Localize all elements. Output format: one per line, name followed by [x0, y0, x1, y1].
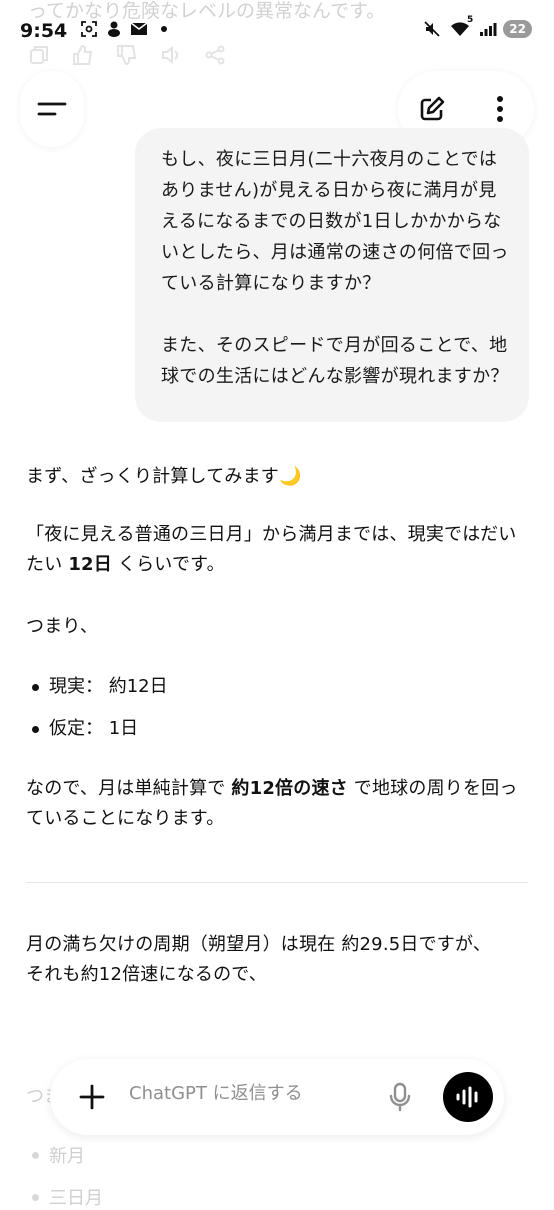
screenshot-icon: [80, 20, 98, 38]
voice-mode-icon: [456, 1086, 478, 1108]
dot-icon: [155, 20, 173, 38]
assistant-paragraph: 月の満ち欠けの周期（朔望月）は現在 約29.5日ですが、 それも約12倍速になる…: [26, 930, 526, 990]
share-icon: [205, 45, 225, 65]
add-attachment-button[interactable]: [70, 1075, 114, 1119]
thumbs-down-icon: [117, 45, 137, 66]
scrolled-ghost-actions: [28, 44, 226, 66]
edit-icon: [420, 96, 445, 121]
dictate-button[interactable]: [378, 1075, 422, 1119]
status-right-icons: 5 22: [423, 15, 532, 38]
user-message-paragraph: もし、夜に三日月(二十六夜月のことではありません)が見える日から夜に満月が見える…: [161, 149, 509, 294]
more-vertical-icon: [497, 96, 503, 122]
menu-icon: [37, 102, 67, 116]
assistant-text: つまり、: [26, 616, 99, 637]
assistant-text: なので、月は単純計算で 約12倍の速さ で地球の周りを回っていることになります。: [26, 774, 526, 834]
voice-mode-button[interactable]: [443, 1072, 493, 1122]
more-options-button[interactable]: [478, 87, 522, 131]
list-item-text: 仮定： 1日: [49, 718, 139, 739]
new-chat-button[interactable]: [410, 87, 454, 131]
text-span: なので、月は単純計算で: [26, 778, 232, 799]
assistant-text: それも約12倍速になるので、: [26, 964, 267, 985]
message-composer: [50, 1059, 504, 1135]
copy-icon: [30, 46, 48, 64]
list-item: 現実： 約12日: [32, 672, 168, 702]
status-time: 9:54: [20, 20, 68, 42]
mute-icon: [423, 20, 441, 38]
bullet-dot: [32, 1193, 39, 1201]
bold-text: 約12倍の速さ: [231, 778, 348, 799]
assistant-text: 月の満ち欠けの周期（朔望月）は現在 約29.5日ですが、: [26, 934, 492, 955]
bold-text: 12日: [68, 554, 112, 575]
wifi-icon: 5: [447, 15, 473, 38]
assistant-text: 「夜に見える普通の三日月」から満月までは、現実ではだいたい 12日 くらいです。: [26, 520, 526, 580]
assistant-paragraph: なので、月は単純計算で 約12倍の速さ で地球の周りを回っていることになります。: [26, 774, 526, 834]
microphone-icon: [389, 1082, 411, 1112]
wifi-badge: 5: [467, 15, 474, 25]
assistant-paragraph: 「夜に見える普通の三日月」から満月までは、現実ではだいたい 12日 くらいです。: [26, 520, 526, 580]
list-item-text: 新月: [49, 1146, 85, 1167]
status-bar: ってかなり危険なレベルの異常なんです。 9:54 5 22: [0, 0, 554, 66]
faded-list-item: 新月: [32, 1142, 85, 1168]
list-item-text: 三日月: [49, 1188, 103, 1209]
section-divider: [26, 882, 528, 883]
mail-icon: [130, 20, 148, 38]
user-message-bubble[interactable]: もし、夜に三日月(二十六夜月のことではありません)が見える日から夜に満月が見える…: [135, 128, 529, 422]
faded-list-item: 三日月: [32, 1184, 103, 1210]
bullet-dot: [32, 726, 39, 733]
signal-icon: [479, 20, 497, 38]
speaker-icon: [162, 45, 178, 65]
app-icon: [105, 20, 123, 38]
plus-icon: [79, 1084, 105, 1110]
menu-button[interactable]: [20, 71, 84, 147]
bullet-dot: [32, 1151, 39, 1159]
thumbs-up-icon: [73, 44, 93, 65]
status-left-icons: [80, 20, 173, 38]
assistant-paragraph: まず、ざっくり計算してみます🌙: [26, 462, 526, 492]
battery-indicator: 22: [503, 20, 532, 38]
list-item: 仮定： 1日: [32, 714, 138, 744]
assistant-paragraph: つまり、: [26, 612, 526, 642]
user-message-paragraph: また、そのスピードで月が回ることで、地球での生活にはどんな影響が現れますか？: [161, 335, 509, 387]
assistant-intro: まず、ざっくり計算してみます🌙: [26, 466, 302, 487]
message-input[interactable]: [129, 1083, 369, 1104]
bullet-dot: [32, 684, 39, 691]
text-span: くらいです。: [111, 554, 225, 575]
list-item-text: 現実： 約12日: [49, 676, 168, 697]
